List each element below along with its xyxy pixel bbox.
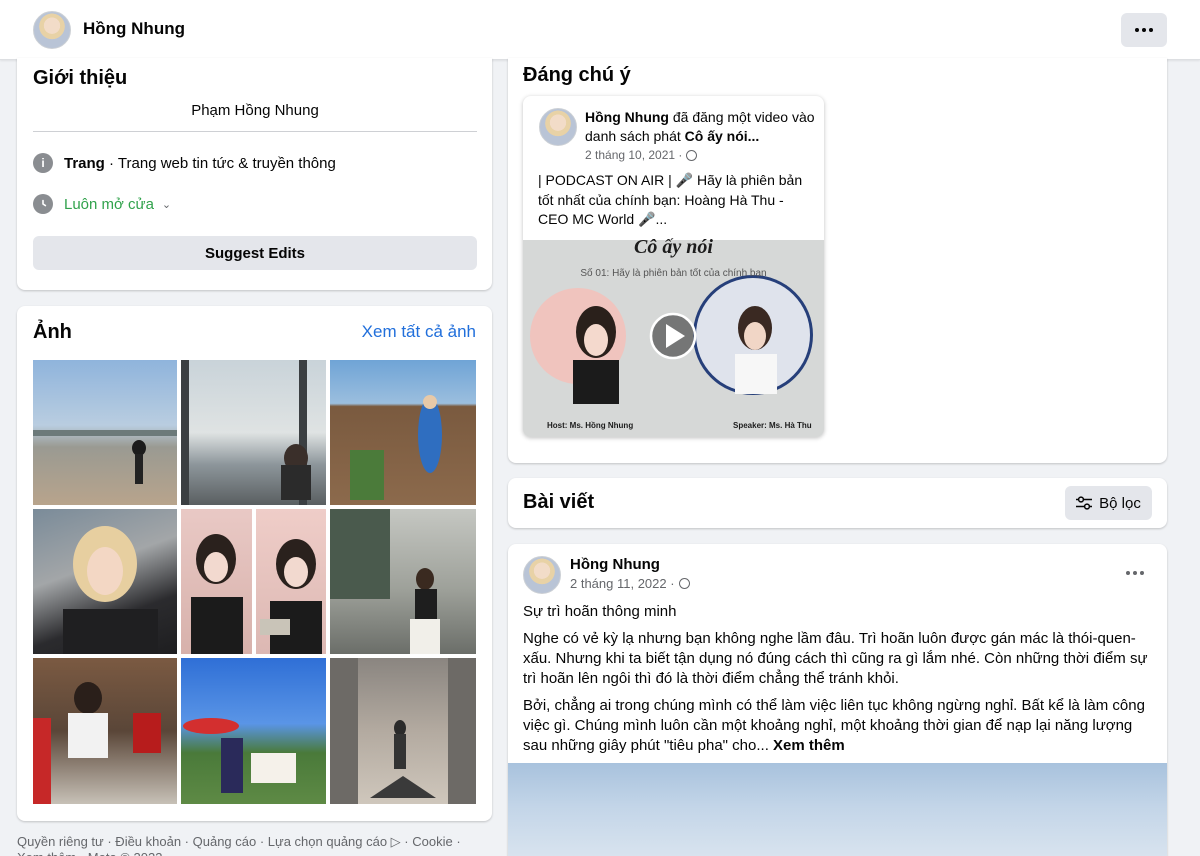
footer-links[interactable]: Quyền riêng tư · Điều khoản · Quảng cáo … — [17, 834, 487, 856]
playlist-link[interactable]: Cô ấy nói... — [685, 128, 760, 144]
photo-thumbnail[interactable] — [33, 658, 177, 804]
posts-title: Bài viết — [523, 491, 595, 513]
photos-card: Ảnh Xem tất cả ảnh — [17, 306, 492, 821]
intro-title: Giới thiệu — [33, 67, 128, 89]
featured-title: Đáng chú ý — [523, 64, 631, 86]
post-options-button[interactable] — [1120, 561, 1150, 585]
photo-thumbnail[interactable] — [330, 360, 476, 505]
featured-card: Đáng chú ý Hồng Nhung đã đăng một video … — [508, 58, 1167, 463]
intro-bio: Phạm Hồng Nhung — [191, 102, 319, 119]
hours-row[interactable]: Luôn mở cửa ⌄ — [33, 194, 171, 214]
author-avatar[interactable] — [523, 556, 561, 594]
page-avatar[interactable] — [33, 11, 71, 49]
category-row: i Trang · Trang web tin tức & truyền thô… — [33, 153, 336, 173]
page-header-bar: Hồng Nhung — [0, 0, 1200, 60]
info-icon: i — [33, 153, 53, 173]
posts-header-card: Bài viết Bộ lọc — [508, 478, 1167, 528]
hours-text[interactable]: Luôn mở cửa — [64, 196, 154, 213]
post-card: Hồng Nhung 2 tháng 11, 2022 · Sự trì hoã… — [508, 544, 1167, 856]
photo-thumbnail[interactable] — [181, 509, 252, 654]
intro-card: Giới thiệu Phạm Hồng Nhung i Trang · Tra… — [17, 58, 492, 290]
photo-thumbnail[interactable] — [33, 360, 177, 505]
see-more-link[interactable]: Xem thêm — [773, 737, 845, 754]
post-meta: 2 tháng 10, 2021 · — [585, 148, 698, 162]
video-thumbnail[interactable]: Cô ấy nói Số 01: Hãy là phiên bản tốt củ… — [523, 236, 824, 437]
photo-thumbnail[interactable] — [330, 509, 476, 654]
post-date[interactable]: 2 tháng 11, 2022 · — [570, 576, 675, 591]
filter-label: Bộ lọc — [1099, 494, 1141, 512]
photo-thumbnail[interactable] — [33, 509, 177, 654]
post-paragraph: Nghe có vẻ kỳ lạ nhưng bạn không nghe lầ… — [523, 630, 1148, 687]
author-name[interactable]: Hồng Nhung — [585, 109, 669, 125]
chevron-down-icon[interactable]: ⌄ — [162, 198, 171, 211]
photos-title: Ảnh — [33, 321, 72, 343]
featured-post-text: | PODCAST ON AIR | 🎤 Hãy là phiên bản tố… — [538, 172, 803, 227]
photo-thumbnail[interactable] — [256, 509, 326, 654]
post-meta: 2 tháng 11, 2022 · — [570, 576, 690, 591]
post-date[interactable]: 2 tháng 10, 2021 · — [585, 148, 682, 162]
see-all-photos-link[interactable]: Xem tất cả ảnh — [362, 322, 476, 342]
photo-thumbnail[interactable] — [181, 360, 326, 505]
category-text: · Trang web tin tức & truyền thông — [104, 154, 336, 172]
suggest-edits-button[interactable]: Suggest Edits — [33, 236, 477, 270]
media-speaker-label: Speaker: Ms. Hà Thu — [733, 421, 812, 430]
globe-icon — [678, 578, 690, 589]
post-image[interactable] — [508, 763, 1167, 856]
page-name[interactable]: Hồng Nhung — [83, 19, 185, 39]
filter-icon — [1076, 496, 1093, 510]
featured-post-header: Hồng Nhung đã đăng một video vào danh sá… — [585, 108, 817, 146]
more-icon — [1126, 571, 1144, 575]
photo-thumbnail[interactable] — [330, 658, 476, 804]
clock-icon — [33, 194, 53, 214]
globe-icon — [686, 149, 698, 161]
media-host-label: Host: Ms. Hồng Nhung — [547, 421, 634, 430]
author-avatar[interactable] — [539, 108, 577, 146]
post-paragraph: Sự trì hoãn thông minh — [523, 603, 677, 620]
photo-thumbnail[interactable] — [181, 658, 326, 804]
more-icon — [1135, 28, 1153, 32]
media-subtitle: Số 01: Hãy là phiên bản tốt của chính bạ… — [580, 268, 767, 279]
post-body: Sự trì hoãn thông minh Nghe có vẻ kỳ lạ … — [523, 602, 1155, 763]
filter-button[interactable]: Bộ lọc — [1065, 486, 1152, 520]
more-options-button[interactable] — [1121, 13, 1167, 47]
featured-post[interactable]: Hồng Nhung đã đăng một video vào danh sá… — [523, 96, 824, 437]
category-label: Trang — [64, 154, 105, 172]
media-title: Cô ấy nói — [634, 236, 713, 258]
post-author[interactable]: Hồng Nhung — [570, 556, 660, 573]
divider — [33, 131, 477, 132]
post-paragraph: Bởi, chẳng ai trong chúng mình có thể là… — [523, 696, 1155, 756]
